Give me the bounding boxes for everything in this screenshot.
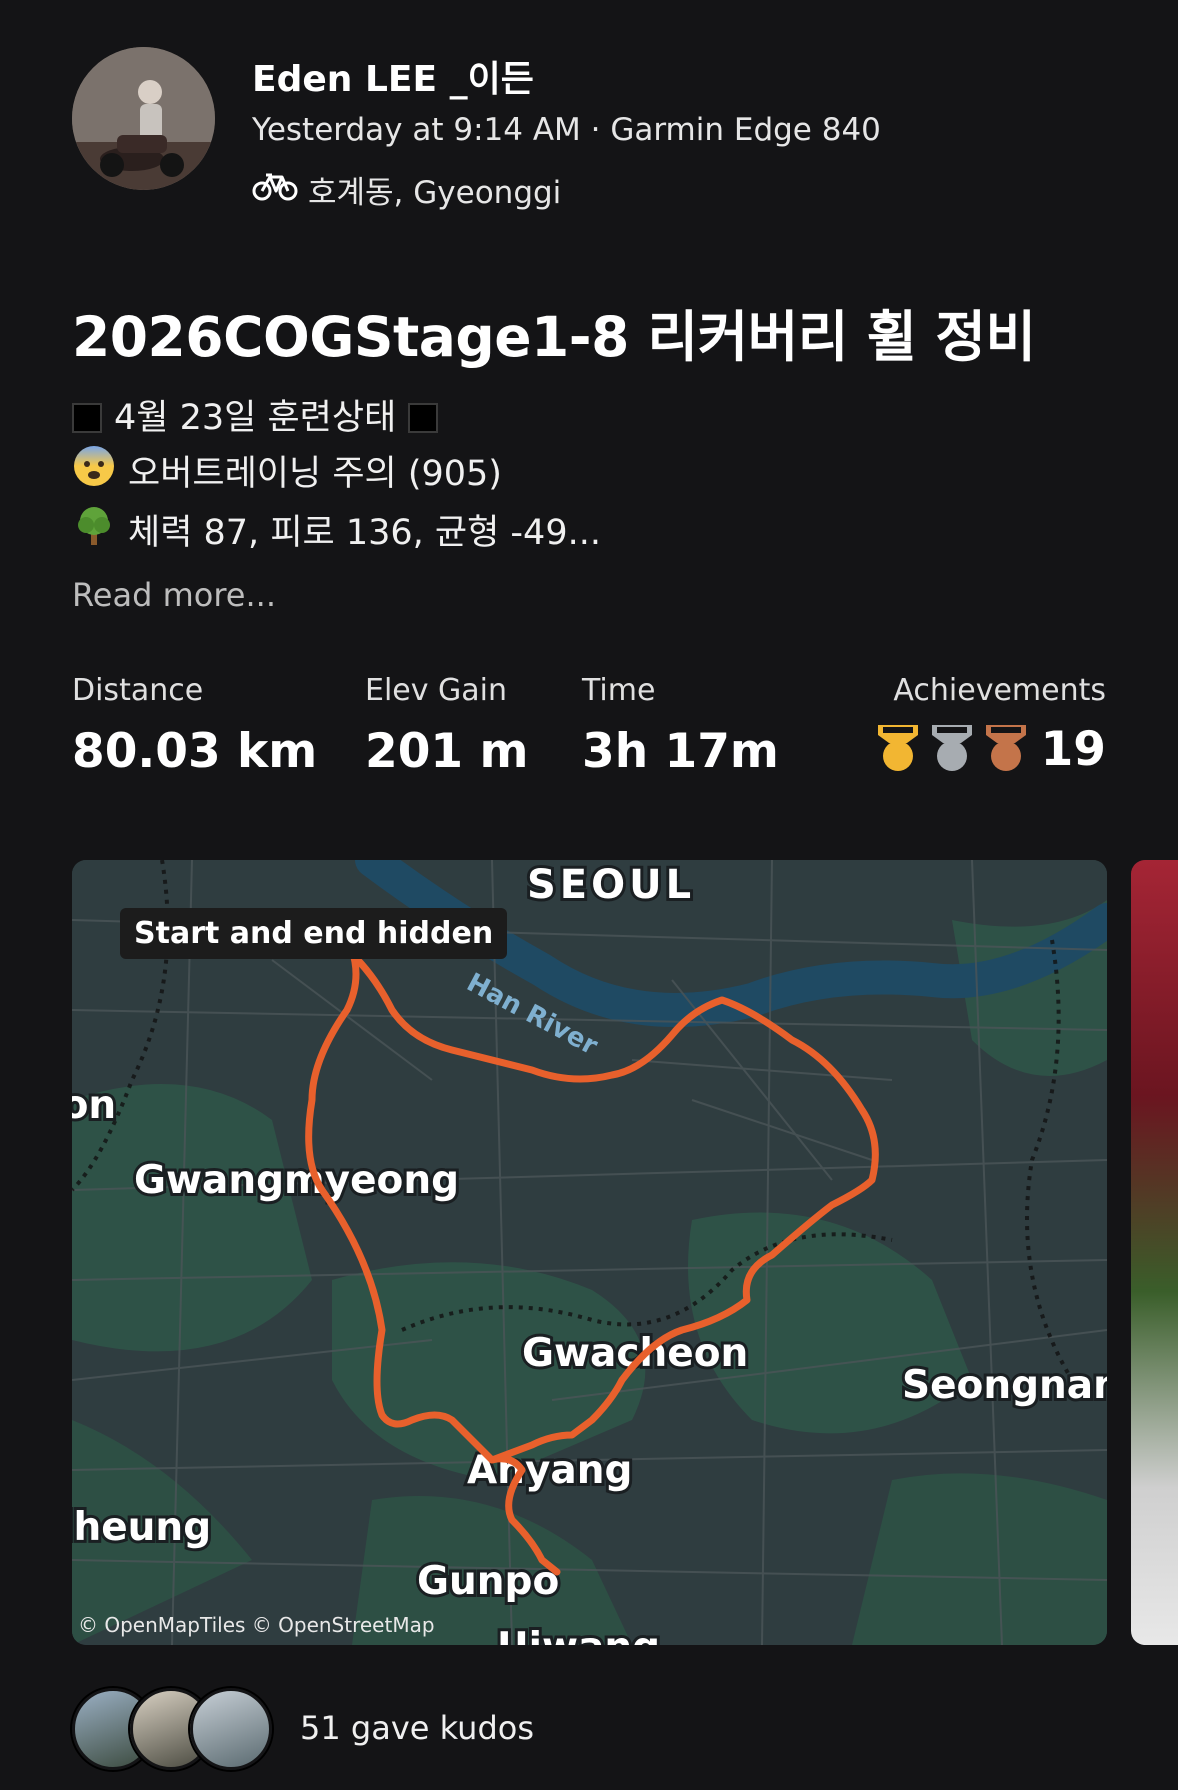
activity-photo-thumbnail[interactable] <box>1131 860 1178 1645</box>
route-map[interactable]: SEOUL Han River Gwangmyeong Gwacheon Any… <box>72 860 1107 1645</box>
athlete-name[interactable]: Eden LEE _이든 <box>252 50 534 102</box>
kudos-count[interactable]: 51 gave kudos <box>300 1709 534 1747</box>
map-label: Gwacheon <box>522 1331 748 1376</box>
map-label: Uiwang <box>497 1625 660 1645</box>
map-label: Incheon <box>72 1083 116 1128</box>
kudos-avatars[interactable] <box>72 1688 282 1770</box>
stat-label: Elev Gain <box>365 673 508 708</box>
black-square-icon <box>408 403 439 433</box>
stat-value: 3h 17m <box>582 724 779 779</box>
achievements-count: 19 <box>1040 722 1106 777</box>
map-attribution[interactable]: © OpenMapTiles © OpenStreetMap <box>78 1613 435 1637</box>
activity-title[interactable]: 2026COGStage1-8 리커버리 휠 정비 <box>72 292 1036 372</box>
athlete-avatar[interactable] <box>72 47 215 190</box>
map-label: Siheung <box>72 1505 211 1550</box>
description-line: 4월 23일 훈련상태 <box>72 392 601 444</box>
description-line: 오버트레이닝 주의 (905) <box>72 444 601 503</box>
map-label: Gunpo <box>417 1559 559 1604</box>
tree-icon <box>72 503 116 562</box>
gold-medal-icon <box>875 723 921 777</box>
stat-label: Time <box>582 673 656 708</box>
bike-icon <box>252 171 298 209</box>
description-line: 체력 87, 피로 136, 균형 -49... <box>72 503 601 562</box>
map-label: Seongnam <box>902 1363 1107 1408</box>
activity-location: 호계동, Gyeonggi <box>252 167 561 212</box>
stat-value: 80.03 km <box>72 724 318 779</box>
stat-time: Time 3h 17m <box>582 673 779 779</box>
silver-medal-icon <box>929 723 975 777</box>
stat-label: Achievements <box>893 673 1106 708</box>
start-end-hidden-badge: Start and end hidden <box>120 908 508 959</box>
stat-distance: Distance 80.03 km <box>72 673 317 779</box>
stat-elev-gain: Elev Gain 201 m <box>365 673 528 779</box>
kudos-avatar <box>190 1688 272 1770</box>
activity-description: 4월 23일 훈련상태 오버트레이닝 주의 (905) 체력 87, 피로 13… <box>72 392 601 562</box>
location-text: 호계동, Gyeonggi <box>308 175 562 211</box>
map-label: SEOUL <box>527 862 695 908</box>
stat-achievements[interactable]: Achievements 19 <box>875 673 1106 777</box>
activity-meta: Yesterday at 9:14 AM · Garmin Edge 840 <box>252 112 881 148</box>
map-label: Anyang <box>467 1448 632 1493</box>
bronze-medal-icon <box>983 723 1029 777</box>
stat-value: 201 m <box>365 724 529 779</box>
map-label: Gwangmyeong <box>134 1158 459 1203</box>
read-more-link[interactable]: Read more... <box>72 576 276 614</box>
stat-label: Distance <box>72 673 204 708</box>
anxious-face-icon <box>72 444 116 503</box>
black-square-icon <box>72 403 102 433</box>
